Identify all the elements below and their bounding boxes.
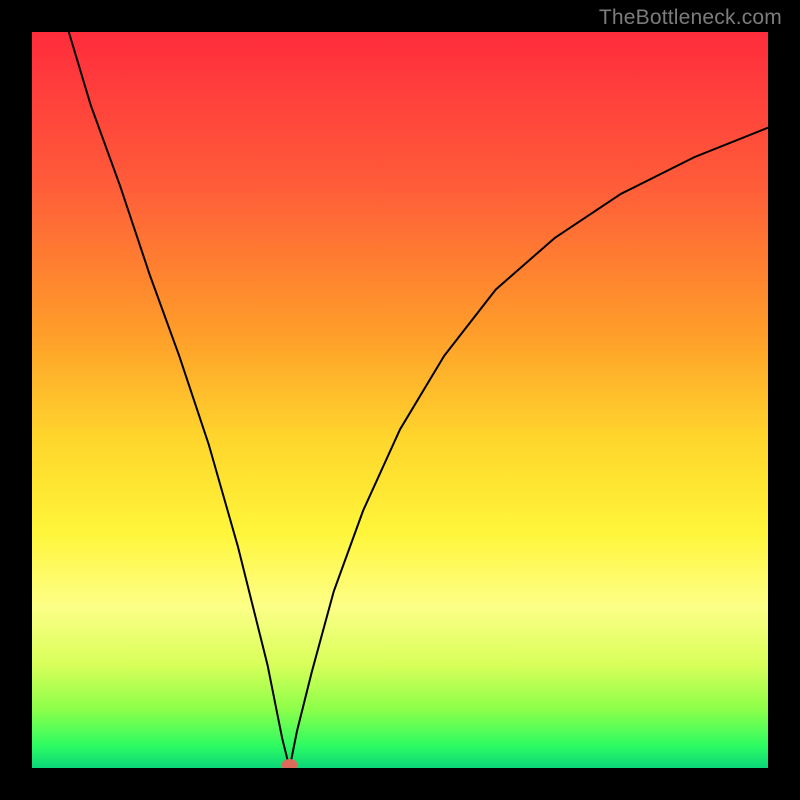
chart-frame: TheBottleneck.com	[0, 0, 800, 800]
watermark-text: TheBottleneck.com	[599, 6, 782, 30]
optimal-point-marker	[282, 759, 298, 768]
plot-area	[32, 32, 768, 768]
bottleneck-curve	[69, 32, 768, 768]
bottleneck-curve-svg	[32, 32, 768, 768]
